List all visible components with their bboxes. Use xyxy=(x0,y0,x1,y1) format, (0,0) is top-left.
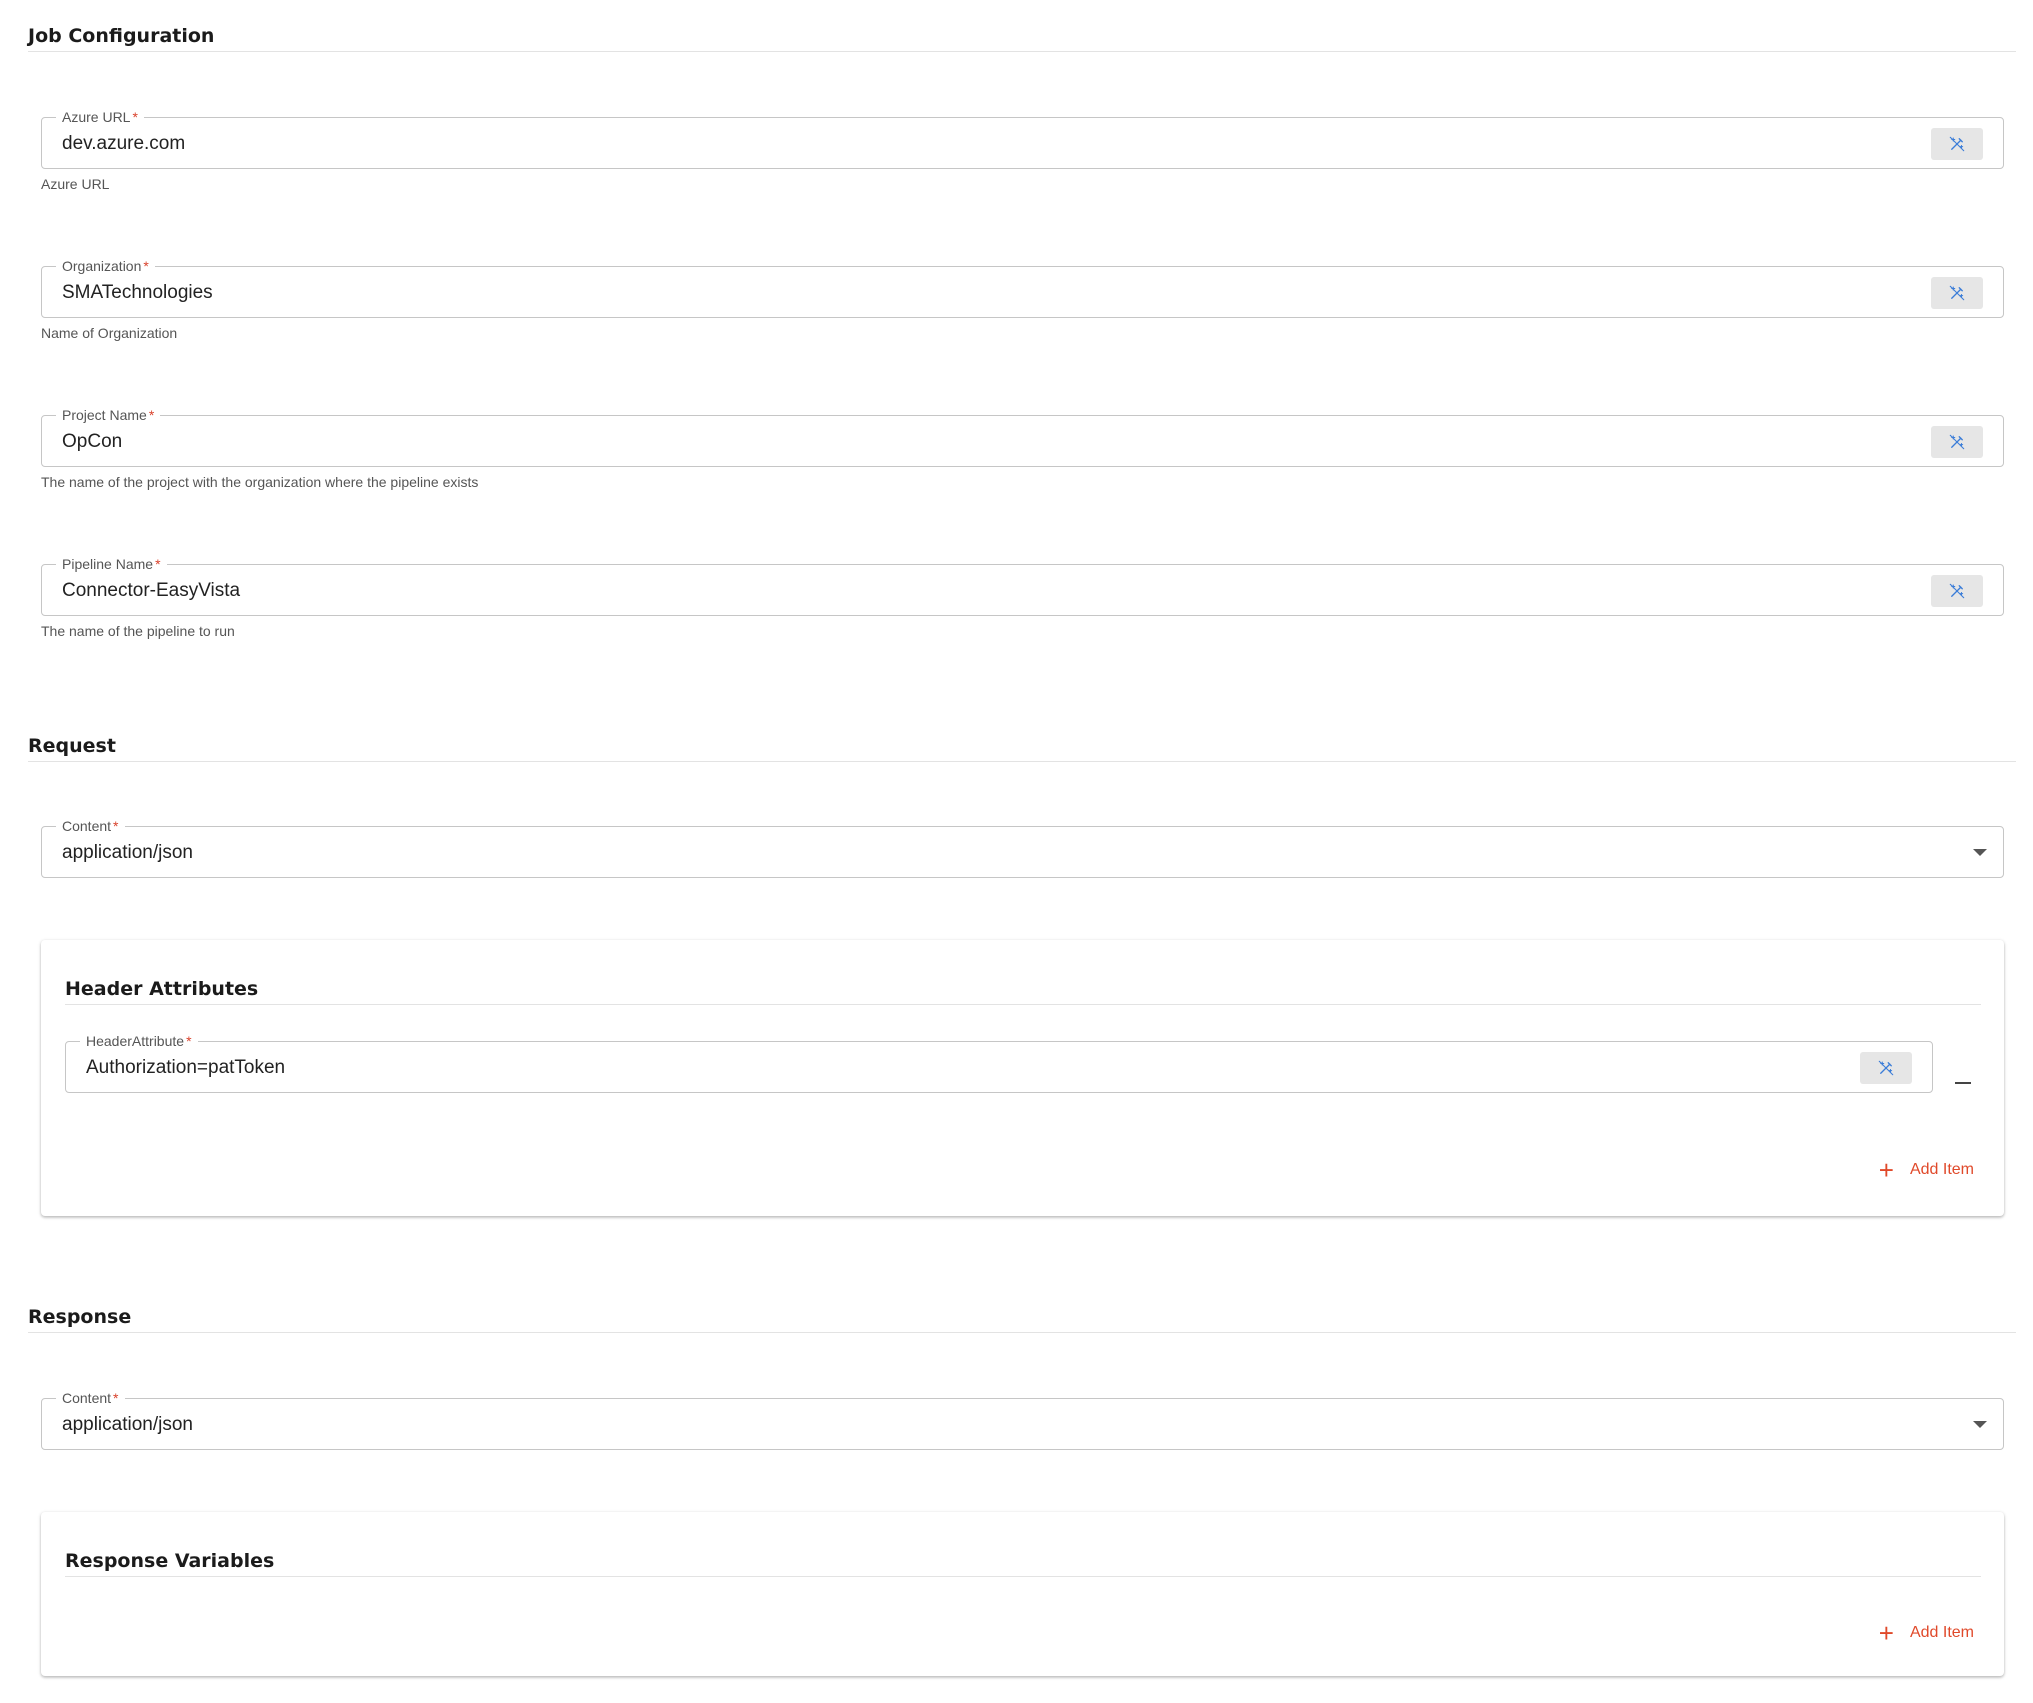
pipeline-name-helper: The name of the pipeline to run xyxy=(41,623,235,639)
response-variables-card: Response Variables + Add Item xyxy=(41,1512,2004,1676)
pipeline-name-wand-button[interactable] xyxy=(1931,575,1983,607)
header-attribute-field[interactable]: HeaderAttribute * Authorization=patToken xyxy=(65,1031,1933,1094)
magic-wand-icon xyxy=(1948,433,1966,451)
organization-helper: Name of Organization xyxy=(41,325,178,341)
add-item-label: Add Item xyxy=(1909,1624,1974,1641)
magic-wand-icon xyxy=(1948,135,1966,153)
project-name-input[interactable]: OpCon xyxy=(62,416,122,468)
request-content-value[interactable]: application/json xyxy=(62,827,193,879)
response-variables-title: Response Variables xyxy=(65,1549,1981,1577)
project-name-field[interactable]: Project Name * OpCon xyxy=(41,405,2004,468)
header-attributes-card: Header Attributes HeaderAttribute * Autho… xyxy=(41,940,2004,1216)
magic-wand-icon xyxy=(1948,582,1966,600)
project-name-wand-button[interactable] xyxy=(1931,426,1983,458)
remove-item-button[interactable] xyxy=(1951,1071,1975,1095)
azure-url-wand-button[interactable] xyxy=(1931,128,1983,160)
chevron-down-icon[interactable] xyxy=(1973,1421,1987,1428)
add-response-variable-button[interactable]: + Add Item xyxy=(1878,1618,1974,1648)
header-attribute-input[interactable]: Authorization=patToken xyxy=(86,1042,285,1094)
organization-input[interactable]: SMATechnologies xyxy=(62,267,213,319)
pipeline-name-field[interactable]: Pipeline Name * Connector-EasyVista xyxy=(41,554,2004,617)
plus-icon: + xyxy=(1878,1155,1894,1185)
plus-icon: + xyxy=(1878,1618,1894,1648)
magic-wand-icon xyxy=(1877,1059,1895,1077)
header-attributes-title: Header Attributes xyxy=(65,977,1981,1005)
add-item-label: Add Item xyxy=(1909,1161,1974,1178)
pipeline-name-input[interactable]: Connector-EasyVista xyxy=(62,565,240,617)
section-title-request: Request xyxy=(28,734,2016,762)
section-title-response: Response xyxy=(28,1305,2016,1333)
request-content-select[interactable]: Content * application/json xyxy=(41,816,2004,879)
azure-url-field[interactable]: Azure URL * dev.azure.com xyxy=(41,107,2004,170)
azure-url-helper: Azure URL xyxy=(41,176,110,192)
organization-wand-button[interactable] xyxy=(1931,277,1983,309)
header-attribute-wand-button[interactable] xyxy=(1860,1052,1912,1084)
organization-field[interactable]: Organization * SMATechnologies xyxy=(41,256,2004,319)
section-title-job-configuration: Job Configuration xyxy=(28,24,2016,52)
project-name-helper: The name of the project with the organiz… xyxy=(41,474,479,490)
response-content-select[interactable]: Content * application/json xyxy=(41,1388,2004,1451)
chevron-down-icon[interactable] xyxy=(1973,849,1987,856)
magic-wand-icon xyxy=(1948,284,1966,302)
minus-icon xyxy=(1955,1082,1971,1084)
azure-url-input[interactable]: dev.azure.com xyxy=(62,118,185,170)
response-content-value[interactable]: application/json xyxy=(62,1399,193,1451)
add-header-attribute-button[interactable]: + Add Item xyxy=(1878,1155,1974,1185)
